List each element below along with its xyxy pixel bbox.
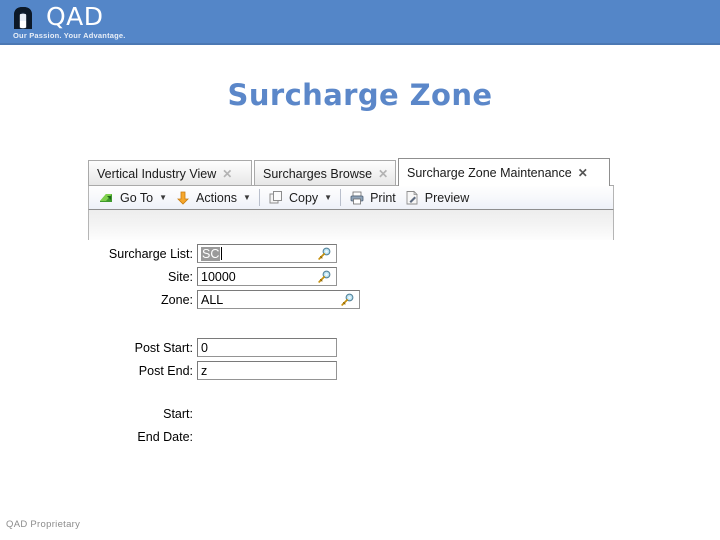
close-icon[interactable]: ✕ (578, 167, 588, 179)
post-start-label: Post Start: (134, 340, 193, 355)
text-caret (221, 247, 223, 260)
toolbar: Go To ▼ Actions ▼ Copy ▼ Print Preview (88, 186, 614, 209)
actions-icon (175, 190, 191, 206)
toolbar-label: Print (370, 190, 396, 205)
toolbar-go-to-button[interactable]: Go To ▼ (95, 188, 171, 207)
post-end-label: Post End: (138, 363, 193, 378)
toolbar-filler-strip (88, 209, 614, 240)
field-value: SC (201, 246, 221, 261)
chevron-down-icon[interactable]: ▼ (159, 193, 167, 202)
tab-surcharges-browse[interactable]: Surcharges Browse ✕ (254, 160, 396, 186)
toolbar-separator (258, 189, 260, 206)
lookup-key-icon[interactable] (340, 293, 354, 307)
tab-label: Surcharges Browse (263, 166, 373, 181)
logo-wordmark: QAD (46, 2, 104, 31)
post-start-input[interactable]: 0 (197, 338, 337, 357)
toolbar-separator (340, 189, 342, 206)
toolbar-print-button[interactable]: Print (345, 188, 400, 207)
tab-label: Vertical Industry View (97, 166, 217, 181)
app-window: Vertical Industry View ✕ Surcharges Brow… (88, 158, 614, 240)
site-input[interactable]: 10000 (197, 267, 337, 286)
preview-icon (404, 190, 420, 206)
field-value: z (201, 363, 208, 378)
field-value: 10000 (201, 269, 236, 284)
close-icon[interactable]: ✕ (378, 168, 388, 180)
surcharge-list-label: Surcharge List: (108, 246, 193, 261)
qad-arch-logo-icon (14, 7, 32, 29)
start-label: Start: (163, 407, 193, 421)
site-label: Site: (167, 269, 193, 284)
chevron-down-icon[interactable]: ▼ (324, 193, 332, 202)
toolbar-label: Go To (120, 190, 154, 205)
surcharge-list-input[interactable]: SC (197, 244, 337, 263)
post-end-input[interactable]: z (197, 361, 337, 380)
field-row-post-end: Post End: z (88, 361, 337, 380)
toolbar-label: Copy (288, 190, 319, 205)
tab-surcharge-zone-maintenance[interactable]: Surcharge Zone Maintenance ✕ (398, 158, 610, 186)
field-row-surcharge-list: Surcharge List: SC (88, 244, 337, 263)
form-area: Surcharge List: SC Site: 10000 Zone: ALL… (88, 244, 628, 454)
zone-label: Zone: (161, 292, 193, 307)
field-row-post-start: Post Start: 0 (88, 338, 337, 357)
header-bar: QAD Our Passion. Your Advantage. (0, 0, 720, 45)
field-row-zone: Zone: ALL (88, 290, 360, 309)
page-title: Surcharge Zone (227, 78, 493, 112)
lookup-key-icon[interactable] (317, 270, 331, 284)
copy-icon (268, 190, 284, 206)
footer-proprietary-notice: QAD Proprietary (6, 519, 81, 530)
tab-label: Surcharge Zone Maintenance (407, 165, 572, 180)
toolbar-preview-button[interactable]: Preview (400, 188, 473, 207)
zone-input[interactable]: ALL (197, 290, 360, 309)
chevron-down-icon[interactable]: ▼ (243, 193, 251, 202)
toolbar-actions-button[interactable]: Actions ▼ (171, 188, 255, 207)
field-value: 0 (201, 340, 208, 355)
toolbar-label: Actions (196, 190, 238, 205)
go-to-icon (99, 190, 115, 206)
logo-tagline: Our Passion. Your Advantage. (13, 31, 126, 40)
lookup-key-icon[interactable] (317, 247, 331, 261)
field-value: ALL (201, 292, 224, 307)
end-date-label: End Date: (137, 430, 193, 444)
tab-strip: Vertical Industry View ✕ Surcharges Brow… (88, 158, 614, 186)
toolbar-copy-button[interactable]: Copy ▼ (264, 188, 336, 207)
tab-vertical-industry-view[interactable]: Vertical Industry View ✕ (88, 160, 252, 186)
print-icon (349, 190, 365, 206)
field-row-site: Site: 10000 (88, 267, 337, 286)
toolbar-label: Preview (424, 190, 470, 205)
qad-logo: QAD Our Passion. Your Advantage. (12, 2, 142, 42)
close-icon[interactable]: ✕ (222, 168, 232, 180)
